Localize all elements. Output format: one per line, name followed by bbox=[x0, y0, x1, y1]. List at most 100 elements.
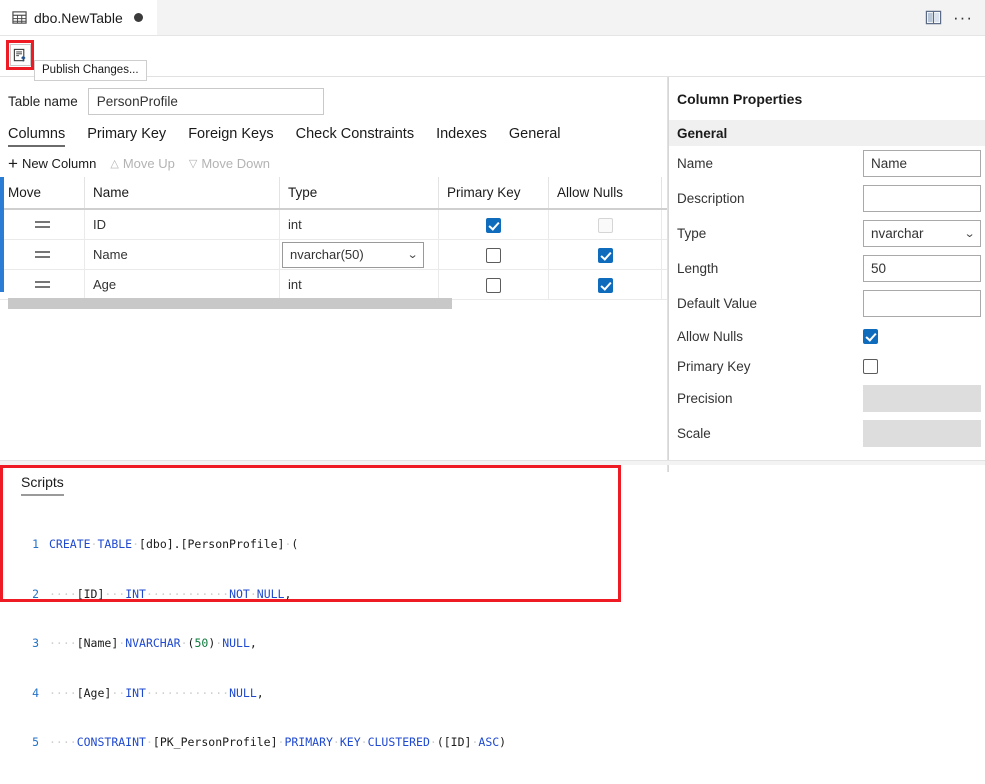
chevron-down-icon: ⌄ bbox=[407, 248, 419, 261]
code-line: 1CREATE·TABLE·[dbo].[PersonProfile]·( bbox=[21, 536, 618, 553]
property-input-description[interactable] bbox=[863, 185, 981, 212]
property-input-precision bbox=[863, 385, 981, 412]
column-header-allow-nulls[interactable]: Allow Nulls bbox=[549, 177, 662, 209]
tab-check-constraints[interactable]: Check Constraints bbox=[296, 126, 426, 147]
property-row-scale: Scale bbox=[669, 416, 985, 451]
row-move-handle[interactable] bbox=[0, 270, 85, 300]
primary-key-checkbox[interactable] bbox=[486, 278, 501, 293]
property-label-default-value: Default Value bbox=[677, 296, 863, 311]
column-header-type[interactable]: Type bbox=[280, 177, 439, 209]
plus-icon: + bbox=[8, 157, 18, 170]
row-move-handle[interactable] bbox=[0, 209, 85, 240]
allow-nulls-checkbox[interactable] bbox=[598, 248, 613, 263]
primary-key-checkbox[interactable] bbox=[486, 248, 501, 263]
code-line: 4····[Age]··INT············NULL, bbox=[21, 685, 618, 702]
designer-tabs: Columns Primary Key Foreign Keys Check C… bbox=[0, 113, 667, 147]
editor-tab-dbo-newtable[interactable]: dbo.NewTable bbox=[0, 0, 157, 35]
cell-name[interactable]: Age bbox=[85, 270, 280, 300]
column-header-move[interactable]: Move bbox=[0, 177, 85, 209]
cell-primary-key[interactable] bbox=[439, 270, 549, 300]
cell-allow-nulls[interactable] bbox=[549, 270, 662, 300]
scripts-panel-highlight: Scripts 1CREATE·TABLE·[dbo].[PersonProfi… bbox=[0, 465, 621, 602]
cell-default-value[interactable] bbox=[662, 240, 668, 270]
designer-body: Table name PersonProfile Columns Primary… bbox=[0, 77, 985, 472]
table-row[interactable]: Name nvarchar(50) ⌄ bbox=[0, 240, 667, 270]
cell-type[interactable]: int bbox=[280, 209, 439, 240]
cell-allow-nulls[interactable] bbox=[549, 240, 662, 270]
chevron-up-icon: △ bbox=[110, 157, 118, 170]
move-down-button[interactable]: ▽ Move Down bbox=[189, 156, 270, 171]
property-label-length: Length bbox=[677, 261, 863, 276]
column-header-name[interactable]: Name bbox=[85, 177, 280, 209]
table-name-input[interactable]: PersonProfile bbox=[88, 88, 324, 115]
cell-primary-key[interactable] bbox=[439, 240, 549, 270]
property-checkbox-allow-nulls[interactable] bbox=[863, 329, 878, 344]
cell-type[interactable]: nvarchar(50) ⌄ bbox=[280, 240, 439, 270]
primary-key-checkbox[interactable] bbox=[486, 218, 501, 233]
property-label-precision: Precision bbox=[677, 391, 863, 406]
grid-focus-accent bbox=[0, 177, 4, 292]
more-actions-button[interactable]: ··· bbox=[949, 4, 977, 32]
tab-primary-key[interactable]: Primary Key bbox=[87, 126, 178, 147]
scripts-code[interactable]: 1CREATE·TABLE·[dbo].[PersonProfile]·( 2·… bbox=[21, 503, 618, 784]
property-input-default-value[interactable] bbox=[863, 290, 981, 317]
cell-allow-nulls[interactable] bbox=[549, 209, 662, 240]
publish-changes-tooltip: Publish Changes... bbox=[34, 60, 147, 81]
property-row-allow-nulls: Allow Nulls bbox=[669, 321, 985, 351]
editor-tab-label: dbo.NewTable bbox=[34, 10, 123, 26]
move-up-label: Move Up bbox=[123, 156, 175, 171]
property-select-type[interactable]: nvarchar ⌄ bbox=[863, 220, 981, 247]
property-row-description: Description bbox=[669, 181, 985, 216]
column-header-default-value[interactable]: Default Valu bbox=[662, 177, 668, 209]
column-header-primary-key[interactable]: Primary Key bbox=[439, 177, 549, 209]
scripts-panel: Scripts 1CREATE·TABLE·[dbo].[PersonProfi… bbox=[3, 468, 618, 784]
line-number: 2 bbox=[21, 586, 39, 603]
table-row[interactable]: ID int bbox=[0, 209, 667, 240]
property-label-description: Description bbox=[677, 191, 863, 206]
code-line: 5····CONSTRAINT·[PK_PersonProfile]·PRIMA… bbox=[21, 734, 618, 751]
columns-grid: Move Name Type Primary Key Allow Nulls D… bbox=[0, 177, 667, 300]
table-row[interactable]: Age int bbox=[0, 270, 667, 300]
tab-foreign-keys[interactable]: Foreign Keys bbox=[188, 126, 285, 147]
cell-default-value[interactable] bbox=[662, 209, 668, 240]
publish-changes-button[interactable] bbox=[10, 44, 31, 66]
editor-actions: ··· bbox=[919, 0, 985, 35]
column-properties-title: Column Properties bbox=[669, 77, 985, 107]
table-icon bbox=[12, 10, 27, 25]
table-designer-pane: Table name PersonProfile Columns Primary… bbox=[0, 77, 668, 472]
move-up-button[interactable]: △ Move Up bbox=[110, 156, 175, 171]
property-label-name: Name bbox=[677, 156, 863, 171]
ellipsis-icon: ··· bbox=[953, 13, 973, 23]
table-name-label: Table name bbox=[8, 94, 78, 109]
property-input-name[interactable]: Name bbox=[863, 150, 981, 177]
tab-indexes[interactable]: Indexes bbox=[436, 126, 499, 147]
designer-command-bar: Publish Changes... bbox=[0, 36, 985, 77]
type-dropdown-value: nvarchar(50) bbox=[290, 247, 364, 262]
type-dropdown[interactable]: nvarchar(50) ⌄ bbox=[282, 242, 424, 268]
property-input-length[interactable]: 50 bbox=[863, 255, 981, 282]
cell-name[interactable]: Name bbox=[85, 240, 280, 270]
line-number: 3 bbox=[21, 635, 39, 652]
tab-columns[interactable]: Columns bbox=[8, 126, 77, 147]
unsaved-changes-dot bbox=[134, 13, 143, 22]
property-input-scale bbox=[863, 420, 981, 447]
move-down-label: Move Down bbox=[201, 156, 270, 171]
cell-primary-key[interactable] bbox=[439, 209, 549, 240]
row-move-handle[interactable] bbox=[0, 240, 85, 270]
cell-type[interactable]: int bbox=[280, 270, 439, 300]
grid-header-row: Move Name Type Primary Key Allow Nulls D… bbox=[0, 177, 667, 209]
allow-nulls-checkbox[interactable] bbox=[598, 278, 613, 293]
property-row-type: Type nvarchar ⌄ bbox=[669, 216, 985, 251]
editor-tabstrip: dbo.NewTable ··· bbox=[0, 0, 985, 36]
table-name-row: Table name PersonProfile bbox=[0, 77, 667, 113]
split-editor-button[interactable] bbox=[919, 4, 947, 32]
property-label-primary-key: Primary Key bbox=[677, 359, 863, 374]
property-checkbox-primary-key[interactable] bbox=[863, 359, 878, 374]
chevron-down-icon: ▽ bbox=[189, 157, 197, 170]
property-label-type: Type bbox=[677, 226, 863, 241]
cell-name[interactable]: ID bbox=[85, 209, 280, 240]
new-column-button[interactable]: + New Column bbox=[8, 156, 96, 171]
tab-general[interactable]: General bbox=[509, 126, 573, 147]
grid-horizontal-scrollbar[interactable] bbox=[8, 298, 452, 309]
cell-default-value[interactable] bbox=[662, 270, 668, 300]
